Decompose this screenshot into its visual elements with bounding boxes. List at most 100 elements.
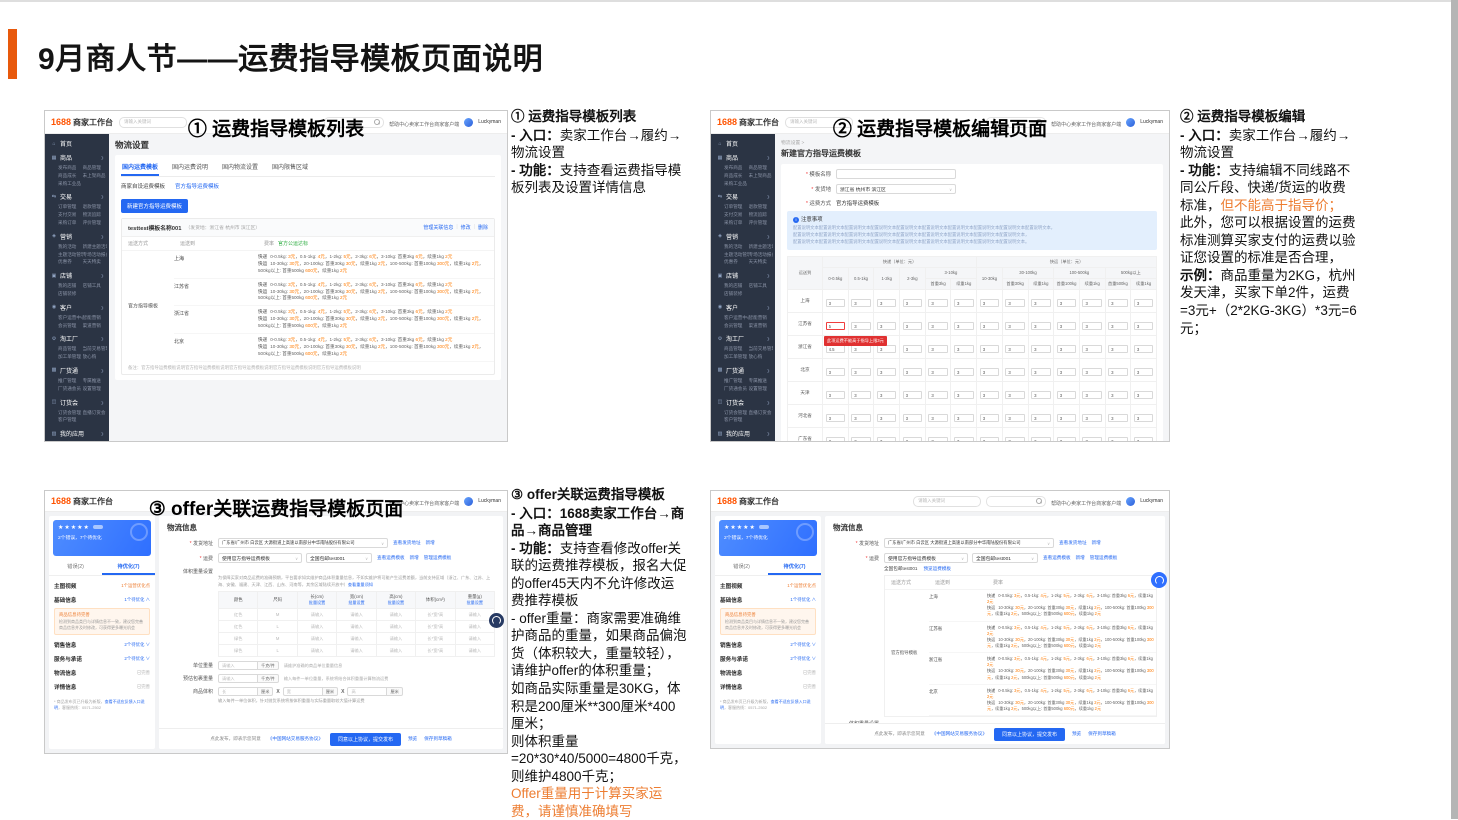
logo-1688[interactable]: 1688 bbox=[51, 496, 71, 506]
sidebar-subitem[interactable]: 专属推送 bbox=[749, 377, 774, 385]
sidebar-item-店铺[interactable]: ▣店铺❯ bbox=[45, 268, 109, 282]
sidebar-subitem[interactable]: 评价管理 bbox=[749, 219, 774, 227]
rate-input[interactable] bbox=[1108, 299, 1128, 307]
dimension-input-长[interactable]: 长 bbox=[218, 687, 258, 696]
sidebar-subitem[interactable]: 设置管理 bbox=[83, 385, 108, 393]
sidebar-subitem[interactable]: 商品管理 bbox=[58, 345, 83, 353]
sidebar-subitem[interactable]: 支付交易 bbox=[58, 211, 83, 219]
batch-set-link[interactable]: 批量设置 bbox=[339, 600, 373, 606]
sidebar-subitem[interactable]: 当前交易管理 bbox=[83, 345, 108, 353]
sidebar-subitem[interactable]: 未上架商品 bbox=[749, 172, 774, 180]
sidebar-item-淘工厂[interactable]: ⚙淘工厂❯ bbox=[45, 331, 109, 345]
subtab-商家自设运费模板[interactable]: 商家自设运费模板 bbox=[121, 182, 165, 190]
sidebar-subitem[interactable]: 放心购 bbox=[83, 353, 108, 361]
rate-input[interactable] bbox=[928, 345, 948, 353]
sidebar-subitem[interactable]: 渠道营销 bbox=[749, 322, 774, 330]
dimension-input-cell[interactable]: 请输入 bbox=[337, 645, 376, 657]
sidebar-subitem[interactable]: 支付交易 bbox=[724, 211, 749, 219]
template-action-删除[interactable]: 删除 bbox=[478, 224, 488, 231]
rate-input[interactable] bbox=[826, 299, 846, 307]
rate-input[interactable] bbox=[1108, 345, 1128, 353]
sidebar-subitem[interactable]: 专场活动报名 bbox=[749, 251, 774, 259]
sidebar-subitem[interactable]: 未上架商品 bbox=[83, 172, 108, 180]
rate-input[interactable] bbox=[1134, 345, 1154, 353]
breadcrumb[interactable]: 物流设置 > bbox=[781, 139, 1163, 146]
rate-input[interactable] bbox=[1031, 414, 1051, 422]
sidebar-subitem[interactable]: 店铺工具 bbox=[749, 282, 774, 290]
search-input[interactable]: 请输入关键词 bbox=[119, 117, 187, 128]
dimension-input-cell[interactable]: 请输入 bbox=[376, 609, 415, 621]
rate-input[interactable] bbox=[1057, 345, 1077, 353]
dimension-input-cell[interactable]: 请输入 bbox=[337, 633, 376, 645]
search-input[interactable]: 请输入关键词 bbox=[913, 496, 981, 507]
sidebar-subitem[interactable]: 商品成长 bbox=[58, 172, 83, 180]
template-action-管理关联信息[interactable]: 管理关联信息 bbox=[423, 224, 453, 231]
rate-input[interactable] bbox=[1082, 322, 1102, 330]
sidebar-subitem[interactable]: 客户管理 bbox=[58, 416, 83, 424]
sidebar-subitem[interactable]: 商品管理 bbox=[83, 164, 108, 172]
rate-input[interactable] bbox=[928, 368, 948, 376]
sidebar-subitem[interactable]: 天天特卖 bbox=[749, 258, 774, 266]
template-name-input[interactable] bbox=[836, 169, 956, 179]
quality-item-物流信息[interactable]: 物流信息已完善 bbox=[720, 665, 816, 679]
rate-input[interactable] bbox=[1057, 368, 1077, 376]
sidebar-subitem[interactable]: 我的店铺 bbox=[58, 282, 83, 290]
rate-input[interactable] bbox=[1005, 345, 1025, 353]
quality-item-基础信息[interactable]: 基础信息1个待优化 ∧ bbox=[54, 592, 150, 606]
rate-input[interactable] bbox=[877, 437, 897, 441]
batch-set-link[interactable]: 批量设置 bbox=[458, 600, 492, 606]
rate-input[interactable] bbox=[1134, 299, 1154, 307]
user-name[interactable]: Luckyman bbox=[478, 119, 501, 125]
rate-input[interactable] bbox=[1031, 368, 1051, 376]
sidebar-subitem[interactable]: 发布商品 bbox=[58, 164, 83, 172]
rate-input[interactable] bbox=[1057, 391, 1077, 399]
sidebar-subitem[interactable]: 我的活动 bbox=[58, 243, 83, 251]
sidebar-subitem[interactable]: 新建主题活动 bbox=[83, 243, 108, 251]
rate-input[interactable] bbox=[1031, 299, 1051, 307]
sidebar-subitem[interactable]: 客户运营中心 bbox=[724, 314, 749, 322]
sidebar-item-厂货通[interactable]: ▩厂货通❯ bbox=[45, 363, 109, 377]
rate-input[interactable] bbox=[1082, 391, 1102, 399]
sidebar-item-营销[interactable]: ◈营销❯ bbox=[711, 229, 775, 243]
rate-input[interactable] bbox=[928, 322, 948, 330]
logo-1688[interactable]: 1688 bbox=[717, 496, 737, 506]
save-draft-link[interactable]: 保存到草稿箱 bbox=[1088, 731, 1116, 737]
sidebar-subitem[interactable]: 会员管理 bbox=[58, 322, 83, 330]
tab-国内限售区域[interactable]: 国内限售区域 bbox=[271, 160, 309, 176]
rate-input[interactable] bbox=[928, 391, 948, 399]
rate-input[interactable] bbox=[826, 345, 846, 353]
rate-input[interactable] bbox=[1134, 368, 1154, 376]
sidebar-subitem[interactable]: 订货会管理 bbox=[58, 409, 83, 417]
rate-input[interactable] bbox=[1031, 322, 1051, 330]
rate-input[interactable] bbox=[1057, 414, 1077, 422]
rate-input[interactable] bbox=[903, 299, 923, 307]
rate-input[interactable] bbox=[903, 437, 923, 441]
link-查看发货地址[interactable]: 查看发货地址 bbox=[393, 540, 421, 546]
subtab-官方指导运费模板[interactable]: 官方指导运费模板 bbox=[175, 182, 219, 190]
sidebar-subitem[interactable]: 商品成长 bbox=[724, 172, 749, 180]
rate-input[interactable] bbox=[1031, 437, 1051, 441]
rate-input[interactable] bbox=[877, 345, 897, 353]
rate-input[interactable] bbox=[928, 299, 948, 307]
sidebar-subitem[interactable]: 更多应用 bbox=[83, 440, 108, 441]
quality-item-基础信息[interactable]: 基础信息1个待优化 ∧ bbox=[720, 592, 816, 606]
rate-input[interactable] bbox=[1031, 345, 1051, 353]
quality-item-销售信息[interactable]: 销售信息2个待优化 ∨ bbox=[720, 637, 816, 651]
rate-input[interactable] bbox=[1031, 391, 1051, 399]
rate-input[interactable] bbox=[903, 345, 923, 353]
preview-link[interactable]: 预览 bbox=[1072, 731, 1081, 737]
rate-input[interactable] bbox=[954, 414, 974, 422]
rate-input[interactable] bbox=[1005, 322, 1025, 330]
rate-input[interactable] bbox=[980, 322, 1000, 330]
dimension-input-cell[interactable]: 请输入 bbox=[297, 609, 336, 621]
sidebar-subitem[interactable]: 退款管理 bbox=[83, 203, 108, 211]
search-box[interactable] bbox=[324, 117, 384, 128]
quality-item-主图视频[interactable]: 主图视频1个运营优化点 bbox=[720, 578, 816, 592]
sidebar-item-交易[interactable]: ⇆交易❯ bbox=[711, 189, 775, 203]
rate-input[interactable] bbox=[851, 414, 871, 422]
sidebar-subitem[interactable]: 推广管理 bbox=[58, 377, 83, 385]
sidebar-subitem[interactable]: 优惠券 bbox=[58, 258, 83, 266]
rate-input[interactable] bbox=[954, 322, 974, 330]
sidebar-subitem[interactable]: 商品管理 bbox=[724, 345, 749, 353]
tab-optimize[interactable]: 待优化(7) bbox=[768, 560, 821, 575]
